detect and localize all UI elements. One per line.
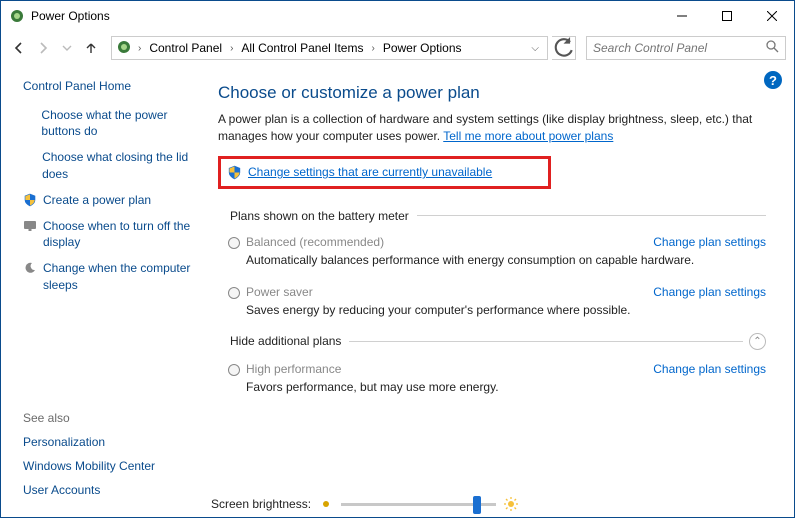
shield-icon bbox=[23, 192, 37, 207]
blank-icon bbox=[23, 149, 36, 150]
unlock-settings-box: Change settings that are currently unava… bbox=[218, 156, 551, 189]
seealso-mobility-center[interactable]: Windows Mobility Center bbox=[23, 459, 155, 473]
see-also-heading: See also bbox=[23, 411, 206, 425]
main-content: Choose or customize a power plan A power… bbox=[216, 65, 794, 517]
breadcrumb-leaf[interactable]: Power Options bbox=[381, 41, 464, 55]
refresh-button[interactable] bbox=[552, 36, 576, 60]
plan-power-saver: Change plan settings Power saver Saves e… bbox=[218, 277, 766, 327]
seealso-user-accounts[interactable]: User Accounts bbox=[23, 483, 100, 497]
chevron-right-icon: › bbox=[369, 43, 376, 54]
sidebar-item-turn-off-display[interactable]: Choose when to turn off the display bbox=[43, 218, 206, 250]
search-input[interactable] bbox=[593, 41, 766, 55]
back-button[interactable] bbox=[9, 38, 29, 58]
radio-balanced[interactable] bbox=[228, 237, 240, 249]
recent-locations-button[interactable] bbox=[57, 38, 77, 58]
radio-high-performance[interactable] bbox=[228, 364, 240, 376]
plans-section-heading: Plans shown on the battery meter bbox=[230, 209, 766, 223]
moon-icon bbox=[23, 260, 37, 275]
chevron-up-icon[interactable]: ⌃ bbox=[749, 333, 766, 350]
address-bar: › Control Panel › All Control Panel Item… bbox=[1, 31, 794, 65]
plan-high-performance: Change plan settings High performance Fa… bbox=[218, 354, 766, 404]
sidebar-item-create-plan[interactable]: Create a power plan bbox=[43, 192, 151, 208]
search-icon[interactable] bbox=[766, 40, 779, 56]
close-button[interactable] bbox=[749, 2, 794, 31]
sidebar: Control Panel Home Choose what the power… bbox=[1, 65, 216, 517]
chevron-right-icon: › bbox=[136, 43, 143, 54]
brightness-slider[interactable] bbox=[341, 503, 496, 506]
search-box[interactable] bbox=[586, 36, 786, 60]
breadcrumb-root[interactable]: Control Panel bbox=[147, 41, 224, 55]
hide-additional-heading[interactable]: Hide additional plans ⌃ bbox=[230, 333, 766, 350]
blank-icon bbox=[23, 107, 35, 108]
change-plan-settings-high-performance[interactable]: Change plan settings bbox=[653, 362, 766, 376]
plan-desc: Saves energy by reducing your computer's… bbox=[246, 303, 766, 317]
window-title: Power Options bbox=[31, 9, 110, 23]
monitor-icon bbox=[23, 218, 37, 233]
change-unavailable-settings-link[interactable]: Change settings that are currently unava… bbox=[248, 165, 492, 179]
up-button[interactable] bbox=[81, 38, 101, 58]
radio-power-saver[interactable] bbox=[228, 287, 240, 299]
plan-balanced: Change plan settings Balanced (recommend… bbox=[218, 227, 766, 277]
sidebar-item-power-buttons[interactable]: Choose what the power buttons do bbox=[41, 107, 206, 139]
control-panel-home-link[interactable]: Control Panel Home bbox=[23, 79, 206, 93]
forward-button[interactable] bbox=[33, 38, 53, 58]
sun-high-icon bbox=[504, 497, 518, 511]
breadcrumb-box[interactable]: › Control Panel › All Control Panel Item… bbox=[111, 36, 548, 60]
plan-desc: Favors performance, but may use more ene… bbox=[246, 380, 766, 394]
seealso-personalization[interactable]: Personalization bbox=[23, 435, 105, 449]
slider-thumb[interactable] bbox=[473, 496, 481, 514]
plan-desc: Automatically balances performance with … bbox=[246, 253, 766, 267]
sun-low-icon bbox=[319, 497, 333, 511]
uac-shield-icon bbox=[227, 165, 242, 180]
brightness-label: Screen brightness: bbox=[211, 497, 311, 511]
see-also-section: See also Personalization Windows Mobilit… bbox=[23, 411, 206, 507]
page-description: A power plan is a collection of hardware… bbox=[218, 111, 766, 146]
sidebar-item-closing-lid[interactable]: Choose what closing the lid does bbox=[42, 149, 206, 181]
brightness-control: Screen brightness: bbox=[211, 497, 770, 511]
control-panel-icon bbox=[116, 39, 132, 58]
window-buttons bbox=[659, 2, 794, 31]
chevron-right-icon: › bbox=[228, 43, 235, 54]
address-dropdown[interactable]: ⌵ bbox=[527, 43, 543, 54]
change-plan-settings-balanced[interactable]: Change plan settings bbox=[653, 235, 766, 249]
learn-more-link[interactable]: Tell me more about power plans bbox=[443, 129, 613, 143]
maximize-button[interactable] bbox=[704, 2, 749, 31]
power-options-icon bbox=[9, 8, 25, 24]
sidebar-item-sleep[interactable]: Change when the computer sleeps bbox=[43, 260, 206, 292]
breadcrumb-mid[interactable]: All Control Panel Items bbox=[239, 41, 365, 55]
title-bar: Power Options bbox=[1, 1, 794, 31]
page-title: Choose or customize a power plan bbox=[218, 83, 766, 103]
minimize-button[interactable] bbox=[659, 2, 704, 31]
change-plan-settings-power-saver[interactable]: Change plan settings bbox=[653, 285, 766, 299]
